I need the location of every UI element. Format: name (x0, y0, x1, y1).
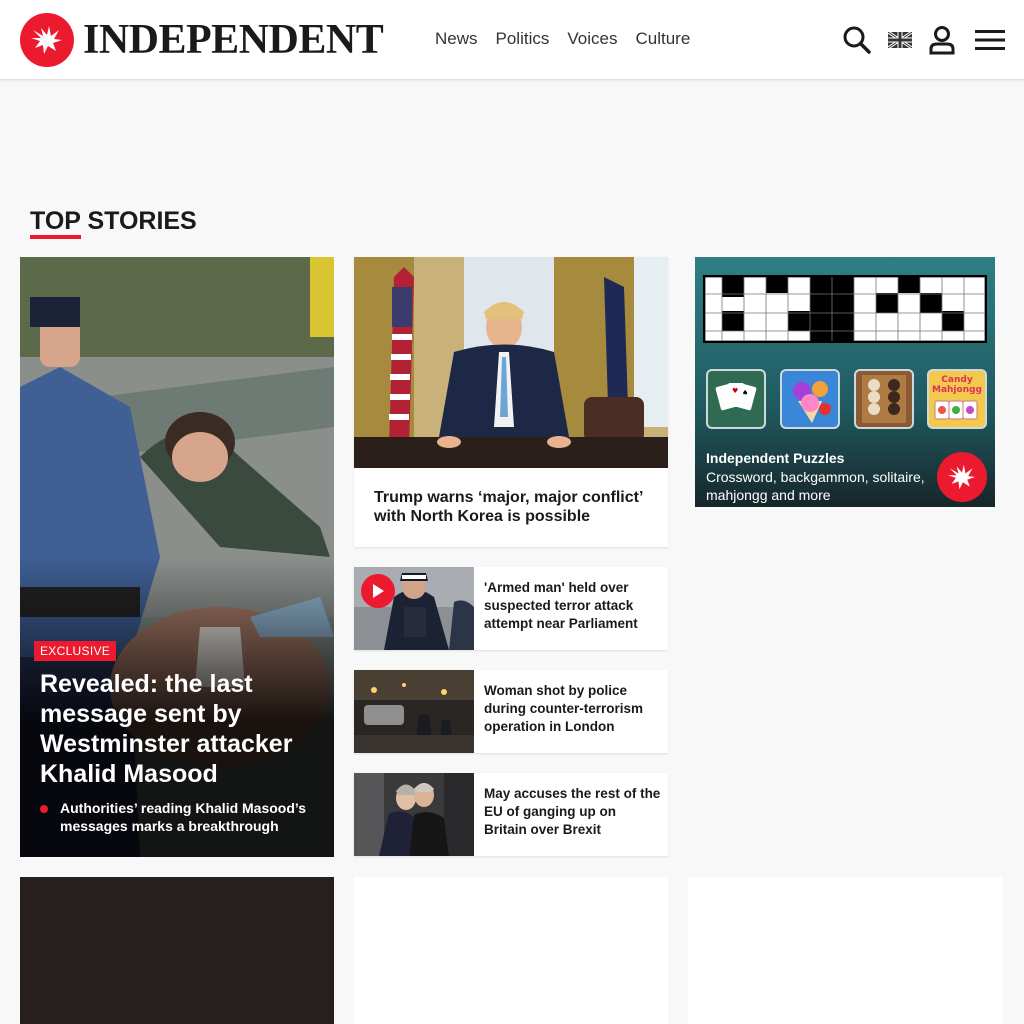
lead-story-card[interactable]: EXCLUSIVE Revealed: the last message sen… (20, 257, 334, 857)
mahjongg-icon: Candy Mahjongg (927, 369, 987, 429)
svg-text:♠: ♠ (742, 389, 748, 397)
candy-game-icon (780, 369, 840, 429)
uk-flag-icon[interactable] (884, 24, 916, 56)
site-header: INDEPENDENT News Politics Voices Culture (0, 0, 1024, 80)
eagle-logo-icon[interactable] (20, 13, 74, 67)
backgammon-icon (854, 369, 914, 429)
story-headline[interactable]: May accuses the rest of the EU of gangin… (484, 785, 662, 839)
nav-item-culture[interactable]: Culture (635, 28, 690, 50)
site-logo-wordmark[interactable]: INDEPENDENT (83, 16, 384, 64)
feature-headline[interactable]: Trump warns ‘major, major conflict’ with… (374, 488, 659, 526)
bullet-dot (40, 805, 48, 813)
story-headline[interactable]: 'Armed man' held over suspected terror a… (484, 579, 662, 633)
story-card-woman-shot[interactable]: Woman shot by police during counter-terr… (354, 670, 668, 753)
story-card-placeholder[interactable] (354, 877, 668, 1024)
svg-text:♥: ♥ (732, 387, 738, 395)
section-title-rest: STORIES (80, 207, 197, 235)
story-card-placeholder[interactable] (20, 877, 334, 1024)
exclusive-badge: EXCLUSIVE (34, 641, 117, 661)
mahjongg-tile-label: Candy Mahjongg (932, 375, 982, 395)
nav-item-voices[interactable]: Voices (567, 28, 617, 50)
section-title-top-stories: TOP STORIES (30, 205, 197, 239)
puzzles-title: Independent Puzzles (706, 450, 845, 466)
eagle-logo-icon (937, 452, 987, 502)
story-thumbnail (354, 567, 474, 650)
user-icon[interactable] (926, 24, 958, 56)
feature-story-image (354, 257, 668, 468)
story-thumbnail (354, 773, 474, 856)
main-nav: News Politics Voices Culture (435, 28, 690, 50)
nav-item-news[interactable]: News (435, 28, 478, 50)
puzzles-promo[interactable]: ♥ ♠ Candy Mahjongg Independent Puzzles Cr… (695, 257, 995, 507)
feature-story-card[interactable]: Trump warns ‘major, major conflict’ with… (354, 257, 668, 547)
nav-item-politics[interactable]: Politics (496, 28, 550, 50)
story-card-placeholder[interactable] (688, 877, 1002, 1024)
crossword-graphic (703, 275, 987, 343)
section-title-highlight: TOP (30, 207, 81, 239)
search-icon[interactable] (841, 24, 873, 56)
lead-subheadline[interactable]: Authorities’ reading Khalid Masood’s mes… (60, 799, 320, 835)
story-card-may-brexit[interactable]: May accuses the rest of the EU of gangin… (354, 773, 668, 856)
story-thumbnail (354, 670, 474, 753)
solitaire-icon: ♥ ♠ (706, 369, 766, 429)
story-card-armed-man[interactable]: 'Armed man' held over suspected terror a… (354, 567, 668, 650)
menu-icon[interactable] (974, 24, 1006, 56)
play-icon[interactable] (361, 574, 395, 608)
lead-headline[interactable]: Revealed: the last message sent by Westm… (40, 669, 320, 789)
puzzles-subtitle: Crossword, backgammon, solitaire, mahjon… (706, 469, 925, 503)
story-headline[interactable]: Woman shot by police during counter-terr… (484, 682, 662, 736)
